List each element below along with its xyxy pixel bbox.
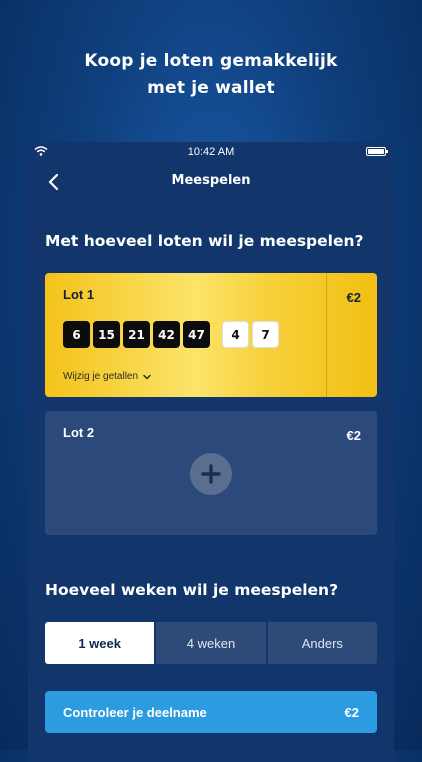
lot-price: €2 <box>346 428 361 443</box>
lot-card-1[interactable]: Lot 1 €2 6 15 21 42 47 4 7 Wijzig je get… <box>45 273 377 397</box>
page-title: Meespelen <box>171 173 251 188</box>
status-time: 10:42 AM <box>187 146 235 158</box>
weeks-option-4[interactable]: 4 weken <box>156 622 266 664</box>
lot-label: Lot 1 <box>63 287 95 302</box>
cta-label: Controleer je deelname <box>63 704 207 720</box>
lots-section-title: Met hoeveel loten wil je meespelen? <box>45 232 364 250</box>
plus-icon <box>201 464 221 484</box>
headline-line-2: met je wallet <box>147 78 275 98</box>
number-ball: 42 <box>153 321 180 348</box>
number-ball: 6 <box>63 321 90 348</box>
weeks-option-other[interactable]: Anders <box>267 622 377 664</box>
nav-bar: Meespelen <box>28 164 394 204</box>
lot-price: €2 <box>346 290 361 305</box>
chevron-down-icon <box>143 374 151 380</box>
extra-number-ball: 4 <box>222 321 249 348</box>
lot-numbers: 6 15 21 42 47 4 7 <box>63 321 282 348</box>
weeks-section-title: Hoeveel weken wil je meespelen? <box>45 581 339 599</box>
number-ball: 15 <box>93 321 120 348</box>
lot-card-2[interactable]: Lot 2 €2 <box>45 411 377 535</box>
headline-line-1: Koop je loten gemakkelijk <box>84 51 338 71</box>
extra-number-ball: 7 <box>252 321 279 348</box>
lot-label: Lot 2 <box>63 425 95 440</box>
number-ball: 21 <box>123 321 150 348</box>
change-numbers-label: Wijzig je getallen <box>63 371 139 382</box>
headline: Koop je loten gemakkelijk met je wallet <box>0 48 422 102</box>
battery-icon <box>366 147 388 156</box>
status-bar: 10:42 AM <box>28 142 394 164</box>
add-lot-button[interactable] <box>190 453 232 495</box>
cta-price: €2 <box>344 704 359 720</box>
number-ball: 47 <box>183 321 210 348</box>
check-participation-button[interactable]: Controleer je deelname €2 <box>45 691 377 733</box>
phone-screen: 10:42 AM Meespelen Met hoeveel loten wil… <box>28 142 394 762</box>
weeks-option-1[interactable]: 1 week <box>45 622 155 664</box>
change-numbers-link[interactable]: Wijzig je getallen <box>63 371 152 382</box>
card-divider <box>326 273 327 397</box>
weeks-segmented-control: 1 week 4 weken Anders <box>45 622 377 664</box>
